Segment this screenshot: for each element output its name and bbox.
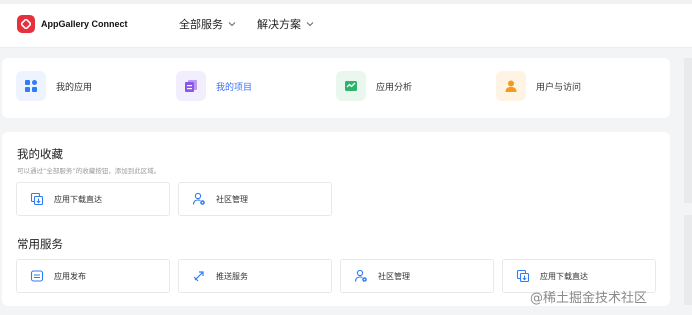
download-link-icon [30, 192, 44, 206]
push-icon [193, 271, 204, 282]
quick-links-card: 我的应用 我的项目 应用分析 用户与访问 [2, 58, 670, 118]
top-bar: AppGallery Connect 全部服务 解决方案 [0, 0, 692, 48]
appgallery-logo-icon [17, 15, 35, 33]
side-panel-edge [684, 58, 692, 203]
nav-all-services-label: 全部服务 [179, 18, 223, 31]
quick-link-label: 我的项目 [216, 82, 253, 93]
brand[interactable]: AppGallery Connect [17, 15, 128, 33]
quick-link-users-access[interactable]: 用户与访问 [496, 71, 581, 101]
download-link-icon [516, 269, 530, 283]
quick-link-app-analytics[interactable]: 应用分析 [336, 71, 412, 101]
common-services-title: 常用服务 [17, 237, 63, 251]
top-divider [0, 0, 692, 4]
nav-solutions[interactable]: 解决方案 [257, 16, 315, 32]
quick-link-my-apps[interactable]: 我的应用 [16, 71, 92, 101]
quick-link-label: 用户与访问 [536, 82, 582, 93]
nav-all-services[interactable]: 全部服务 [179, 16, 237, 32]
community-user-icon [354, 269, 367, 282]
user-icon [496, 71, 526, 101]
publish-icon [30, 270, 44, 282]
service-community-management[interactable]: 社区管理 [340, 259, 494, 293]
service-app-publish[interactable]: 应用发布 [16, 259, 170, 293]
quick-link-label: 应用分析 [376, 82, 413, 93]
chevron-down-icon [306, 22, 314, 27]
watermark: @稀土掘金技术社区 [530, 291, 648, 306]
analytics-icon [336, 71, 366, 101]
project-icon [176, 71, 206, 101]
tile-label: 应用下载直达 [540, 271, 588, 281]
tile-label: 社区管理 [216, 194, 248, 204]
community-user-icon [192, 192, 205, 205]
favorites-title: 我的收藏 [17, 147, 63, 161]
tile-label: 应用下载直达 [54, 194, 102, 204]
quick-link-label: 我的应用 [56, 82, 93, 93]
services-card: 我的收藏 可以通过“全部服务”的收藏按钮，添加到此区域。 应用下载直达 社区管理… [2, 132, 670, 306]
favorites-subtitle: 可以通过“全部服务”的收藏按钮，添加到此区域。 [17, 167, 161, 175]
chevron-down-icon [228, 22, 236, 27]
tile-label: 社区管理 [378, 271, 410, 281]
app-name: AppGallery Connect [41, 19, 128, 29]
app-grid-icon [16, 71, 46, 101]
service-push[interactable]: 推送服务 [178, 259, 332, 293]
nav-solutions-label: 解决方案 [257, 18, 301, 31]
favorite-download-link[interactable]: 应用下载直达 [16, 182, 170, 216]
favorite-community-management[interactable]: 社区管理 [178, 182, 332, 216]
quick-link-my-projects[interactable]: 我的项目 [176, 71, 252, 101]
tile-label: 推送服务 [216, 271, 248, 281]
side-panel-edge [684, 215, 692, 305]
tile-label: 应用发布 [54, 271, 86, 281]
